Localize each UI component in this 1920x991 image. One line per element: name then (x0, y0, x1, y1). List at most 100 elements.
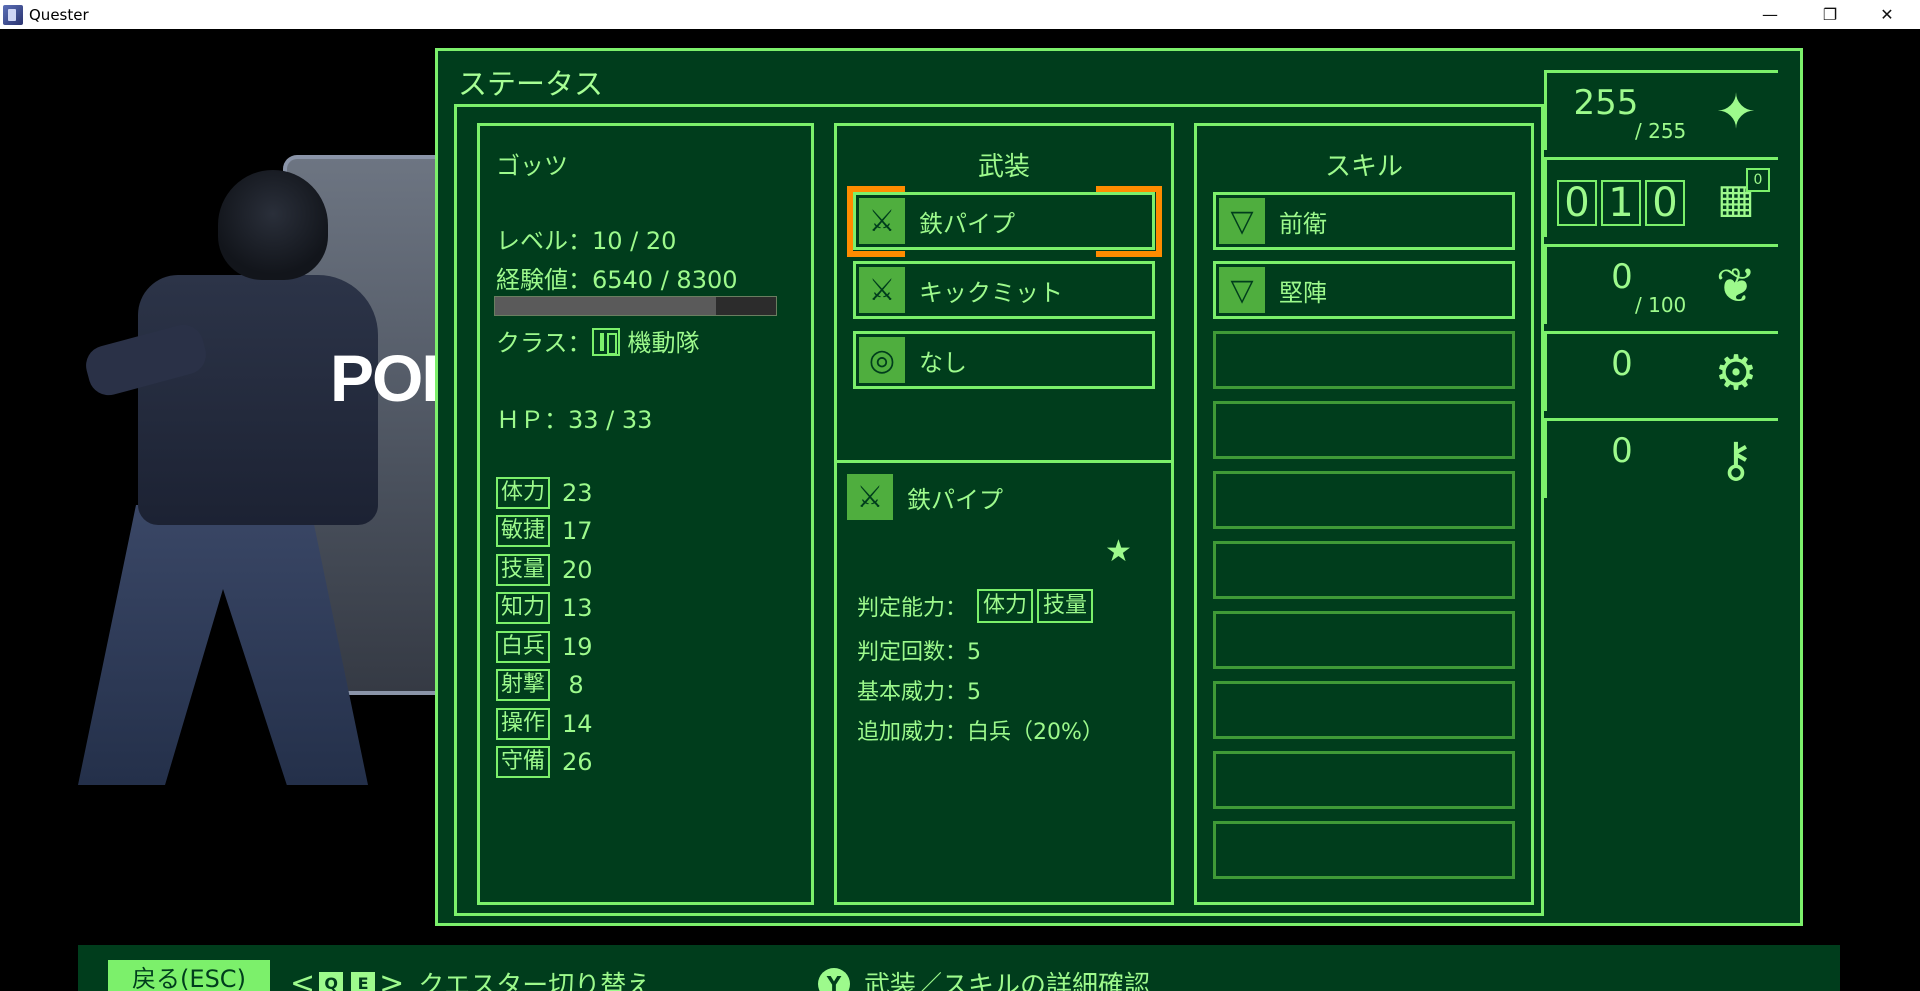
app-icon (3, 4, 23, 25)
stat-value: 13 (562, 594, 593, 622)
fish-icon: ❦ (1715, 258, 1757, 314)
skill-slot-empty[interactable] (1213, 401, 1515, 459)
resource-sparkle: 255 / 255 ✦ (1544, 70, 1778, 150)
class-prefix: クラス： (496, 329, 592, 357)
counter-digit: 1 (1601, 180, 1641, 226)
resource-max: / 255 (1635, 119, 1687, 143)
stat-label: 操作 (496, 708, 551, 740)
skill-slot-1[interactable]: ▽ 前衛 (1213, 192, 1515, 250)
stat-label: 敏捷 (496, 515, 551, 547)
window-titlebar: Quester — ❐ ✕ (0, 0, 1920, 29)
shield-text: POLI (330, 341, 435, 415)
character-name: ゴッツ (496, 152, 568, 180)
stat-label: 白兵 (496, 631, 551, 663)
equipment-slot-2[interactable]: ⚔ キックミット (853, 261, 1155, 319)
skill-slot-2[interactable]: ▽ 堅陣 (1213, 261, 1515, 319)
status-panel: ステータス ゴッツ レベル：10 / 20 経験値：6540 / 8300 クラ… (435, 48, 1803, 926)
hp-text: ＨＰ：33 / 33 (496, 406, 653, 434)
stat-value: 20 (562, 556, 593, 584)
selection-bracket (847, 186, 905, 224)
stat-row: 体力 23 (496, 476, 602, 510)
stat-value: 17 (562, 517, 593, 545)
stat-value: 19 (562, 633, 593, 661)
resource-value: 0 (1611, 257, 1633, 297)
gears-icon: ⚙ (1714, 345, 1758, 401)
resource-value: 0 (1611, 431, 1633, 471)
skills-title: スキル (1324, 152, 1403, 182)
back-button[interactable]: 戻る(ESC) (108, 960, 270, 991)
equipment-box: 武装 ⚔ 鉄パイプ ⚔ キックミット ◎ なし ⚔ 鉄パイプ ★ 判定能力： 体… (834, 123, 1174, 905)
equipment-slot-label: 鉄パイプ (919, 209, 1015, 238)
stat-value: 23 (562, 479, 593, 507)
base-power: 基本威力：5 (857, 680, 981, 705)
soldier-helmet (218, 170, 328, 280)
skill-slot-empty[interactable] (1213, 681, 1515, 739)
stat-value: 14 (562, 710, 593, 738)
resource-gears: 0 ⚙ (1544, 331, 1778, 411)
skill-slot-empty[interactable] (1213, 541, 1515, 599)
divider (837, 460, 1171, 463)
exp-text: 経験値：6540 / 8300 (496, 266, 738, 294)
selection-bracket (1096, 186, 1162, 224)
class-icon (591, 328, 620, 356)
switch-quester-hint[interactable]: < Q E > クエスター切り替え (290, 965, 652, 991)
stat-label: 射撃 (496, 669, 551, 701)
equipment-slot-label: キックミット (919, 278, 1063, 307)
class-row: クラス： 機動隊 (496, 323, 700, 358)
stat-row: 白兵 19 (496, 630, 602, 664)
e-key: E (351, 971, 376, 991)
character-stats-box: ゴッツ レベル：10 / 20 経験値：6540 / 8300 クラス： 機動隊 … (477, 123, 814, 905)
skill-slot-empty[interactable] (1213, 331, 1515, 389)
skills-box: スキル ▽ 前衛 ▽ 堅陣 (1194, 123, 1534, 905)
star-icon: ★ (1105, 534, 1132, 569)
stat-row: 知力 13 (496, 591, 602, 625)
class-name: 機動隊 (627, 329, 700, 357)
resource-calendar: 0 1 0 ▦ 0 (1544, 157, 1778, 237)
detail-hint-label: 武装／スキルの詳細確認 (864, 971, 1151, 991)
stat-label: 技量 (496, 554, 551, 586)
switch-quester-label: クエスター切り替え (418, 971, 653, 991)
selection-bracket (1096, 221, 1162, 257)
calendar-badge: 0 (1746, 168, 1770, 192)
exp-bar-fill (495, 297, 717, 315)
bottom-hint-bar: 戻る(ESC) < Q E > クエスター切り替え Y 武装／スキルの詳細確認 (78, 945, 1840, 991)
level-text: レベル：10 / 20 (496, 227, 677, 255)
stat-label: 体力 (496, 477, 551, 509)
close-button[interactable]: ✕ (1864, 0, 1910, 29)
exp-bar (494, 296, 777, 316)
q-key: Q (319, 971, 344, 991)
key-icon: ⚷ (1718, 432, 1754, 488)
detail-item-name: 鉄パイプ (907, 485, 1003, 514)
judge-count: 判定回数：5 (857, 640, 981, 665)
skill-slot-empty[interactable] (1213, 471, 1515, 529)
judge-tag: 体力 (977, 589, 1034, 623)
skill-shield-icon: ▽ (1219, 267, 1265, 313)
detail-hint[interactable]: Y 武装／スキルの詳細確認 (818, 965, 1150, 991)
equipment-slot-label: なし (919, 348, 967, 377)
skill-slot-label: 前衛 (1279, 209, 1327, 238)
panel-title: ステータス (458, 67, 604, 101)
crossed-weapons-icon: ⚔ (859, 267, 905, 313)
minimize-button[interactable]: — (1747, 0, 1793, 29)
stat-row: 守備 26 (496, 745, 602, 779)
skill-slot-empty[interactable] (1213, 611, 1515, 669)
skill-slot-label: 堅陣 (1279, 278, 1327, 307)
crossed-weapons-icon: ⚔ (847, 474, 893, 520)
extra-power: 追加威力：白兵（20%） (857, 720, 1104, 745)
stat-value: 8 (568, 671, 584, 699)
stat-row: 敏捷 17 (496, 514, 602, 548)
skill-slot-empty[interactable] (1213, 821, 1515, 879)
sparkle-flask-icon: ✦ (1715, 84, 1757, 140)
judge-ability-row: 判定能力： 体力 技量 (857, 589, 1094, 623)
equipment-slot-3[interactable]: ◎ なし (853, 331, 1155, 389)
resource-key: 0 ⚷ (1544, 418, 1778, 498)
stat-row: 操作 14 (496, 707, 602, 741)
character-portrait: POLI (78, 115, 435, 835)
status-inner-frame: ゴッツ レベル：10 / 20 経験値：6540 / 8300 クラス： 機動隊 … (454, 104, 1544, 916)
restore-button[interactable]: ❐ (1807, 0, 1853, 29)
skill-slot-empty[interactable] (1213, 751, 1515, 809)
stat-label: 守備 (496, 746, 551, 778)
window-title: Quester (29, 5, 89, 24)
chevron-right-icon: > (379, 966, 405, 991)
chevron-left-icon: < (290, 966, 316, 991)
